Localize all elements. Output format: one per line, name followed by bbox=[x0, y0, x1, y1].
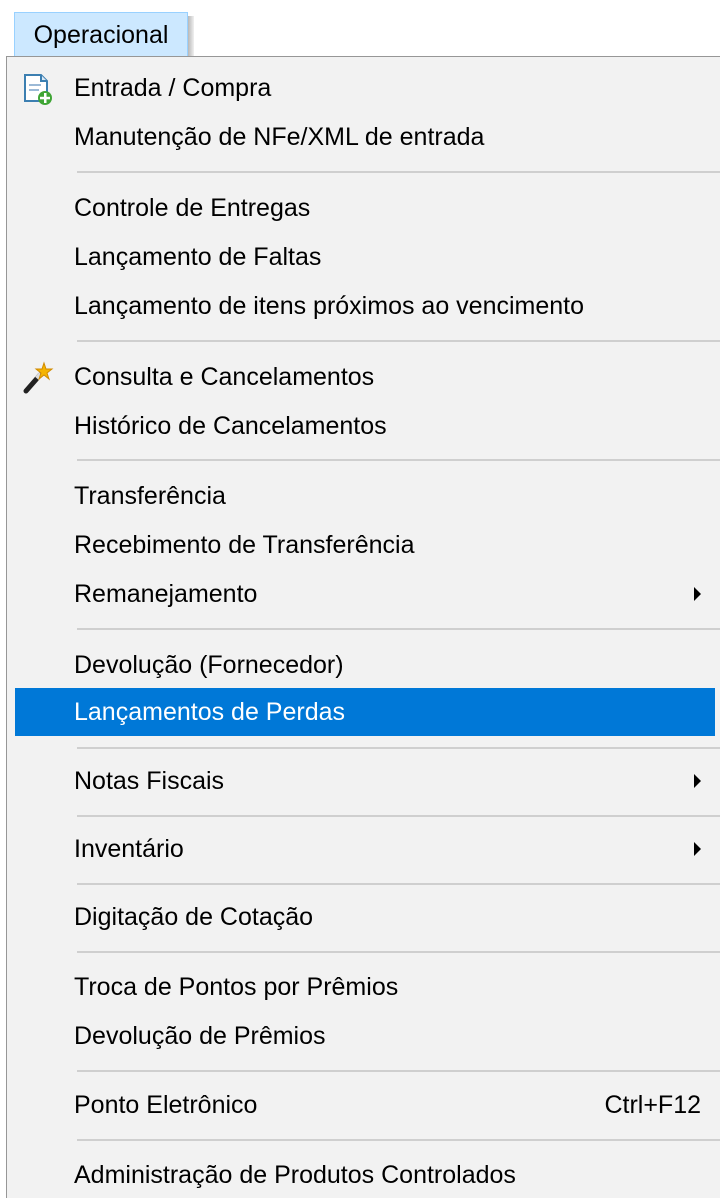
menu-item-label: Manutenção de NFe/XML de entrada bbox=[74, 123, 485, 151]
submenu-arrow-icon bbox=[694, 774, 701, 788]
menu-separator bbox=[77, 951, 720, 953]
menu-item-label: Administração de Produtos Controlados bbox=[74, 1161, 516, 1189]
menu-item-troca-pontos-premios[interactable]: Troca de Pontos por Prêmios bbox=[15, 963, 715, 1011]
shortcut-label: Ctrl+F12 bbox=[604, 1091, 701, 1119]
menu-separator bbox=[77, 340, 720, 342]
menu-separator bbox=[77, 747, 720, 749]
menu-item-consulta-cancelamentos[interactable]: Consulta e Cancelamentos bbox=[15, 353, 715, 401]
menu-item-label: Digitação de Cotação bbox=[74, 903, 314, 931]
menu-separator bbox=[77, 815, 720, 817]
menu-item-label: Recebimento de Transferência bbox=[74, 531, 415, 559]
menu-item-entrada-compra[interactable]: Entrada / Compra bbox=[15, 64, 715, 112]
menu-item-digitacao-cotacao[interactable]: Digitação de Cotação bbox=[15, 893, 715, 941]
menu-item-ponto-eletronico[interactable]: Ponto Eletrônico Ctrl+F12 bbox=[15, 1081, 715, 1129]
menu-item-label: Transferência bbox=[74, 482, 226, 510]
magic-wand-icon bbox=[20, 361, 54, 395]
menu-separator bbox=[77, 1139, 720, 1141]
menu-item-label: Entrada / Compra bbox=[74, 74, 272, 102]
menu-item-devolucao-premios[interactable]: Devolução de Prêmios bbox=[15, 1012, 715, 1060]
menu-item-label: Inventário bbox=[74, 835, 184, 863]
menu-item-inventario[interactable]: Inventário bbox=[15, 825, 715, 873]
menu-separator bbox=[77, 1070, 720, 1072]
menu-separator bbox=[77, 883, 720, 885]
menu-item-label: Devolução (Fornecedor) bbox=[74, 651, 344, 679]
menu-item-notas-fiscais[interactable]: Notas Fiscais bbox=[15, 757, 715, 805]
menu-item-historico-cancelamentos[interactable]: Histórico de Cancelamentos bbox=[15, 402, 715, 450]
dropdown-menu: Entrada / Compra Manutenção de NFe/XML d… bbox=[6, 56, 720, 1198]
menu-item-label: Notas Fiscais bbox=[74, 767, 225, 795]
document-add-icon bbox=[20, 72, 54, 106]
menu-item-label: Ponto Eletrônico bbox=[74, 1091, 258, 1119]
menu-item-manutencao-nfe[interactable]: Manutenção de NFe/XML de entrada bbox=[15, 113, 715, 161]
menu-item-controle-entregas[interactable]: Controle de Entregas bbox=[15, 184, 715, 232]
menu-item-label: Devolução de Prêmios bbox=[74, 1022, 326, 1050]
menubar: Operacional bbox=[0, 0, 720, 57]
menu-separator bbox=[77, 171, 720, 173]
menu-item-transferencia[interactable]: Transferência bbox=[15, 472, 715, 520]
menu-item-lancamento-faltas[interactable]: Lançamento de Faltas bbox=[15, 233, 715, 281]
menu-separator bbox=[77, 628, 720, 630]
submenu-arrow-icon bbox=[694, 587, 701, 601]
menu-item-label: Controle de Entregas bbox=[74, 194, 311, 222]
menu-item-devolucao-fornecedor[interactable]: Devolução (Fornecedor) bbox=[15, 641, 715, 689]
menu-item-administracao-produtos-controlados[interactable]: Administração de Produtos Controlados bbox=[15, 1151, 715, 1199]
menu-item-label: Lançamento de itens próximos ao vencimen… bbox=[74, 292, 585, 320]
menu-separator bbox=[77, 459, 720, 461]
menu-item-label: Consulta e Cancelamentos bbox=[74, 363, 375, 391]
menubar-item-operacional[interactable]: Operacional bbox=[14, 12, 188, 56]
menu-item-lancamento-itens-vencimento[interactable]: Lançamento de itens próximos ao vencimen… bbox=[15, 282, 715, 330]
menu-item-recebimento-transferencia[interactable]: Recebimento de Transferência bbox=[15, 521, 715, 569]
submenu-arrow-icon bbox=[694, 842, 701, 856]
menubar-shadow bbox=[188, 16, 194, 57]
menu-item-label: Lançamento de Faltas bbox=[74, 243, 322, 271]
menu-item-label: Troca de Pontos por Prêmios bbox=[74, 973, 399, 1001]
menu-item-label: Histórico de Cancelamentos bbox=[74, 412, 387, 440]
menu-item-lancamentos-perdas[interactable]: Lançamentos de Perdas bbox=[15, 688, 715, 736]
menu-item-label: Lançamentos de Perdas bbox=[74, 698, 346, 726]
menu-item-remanejamento[interactable]: Remanejamento bbox=[15, 570, 715, 618]
menu-item-label: Remanejamento bbox=[74, 580, 258, 608]
